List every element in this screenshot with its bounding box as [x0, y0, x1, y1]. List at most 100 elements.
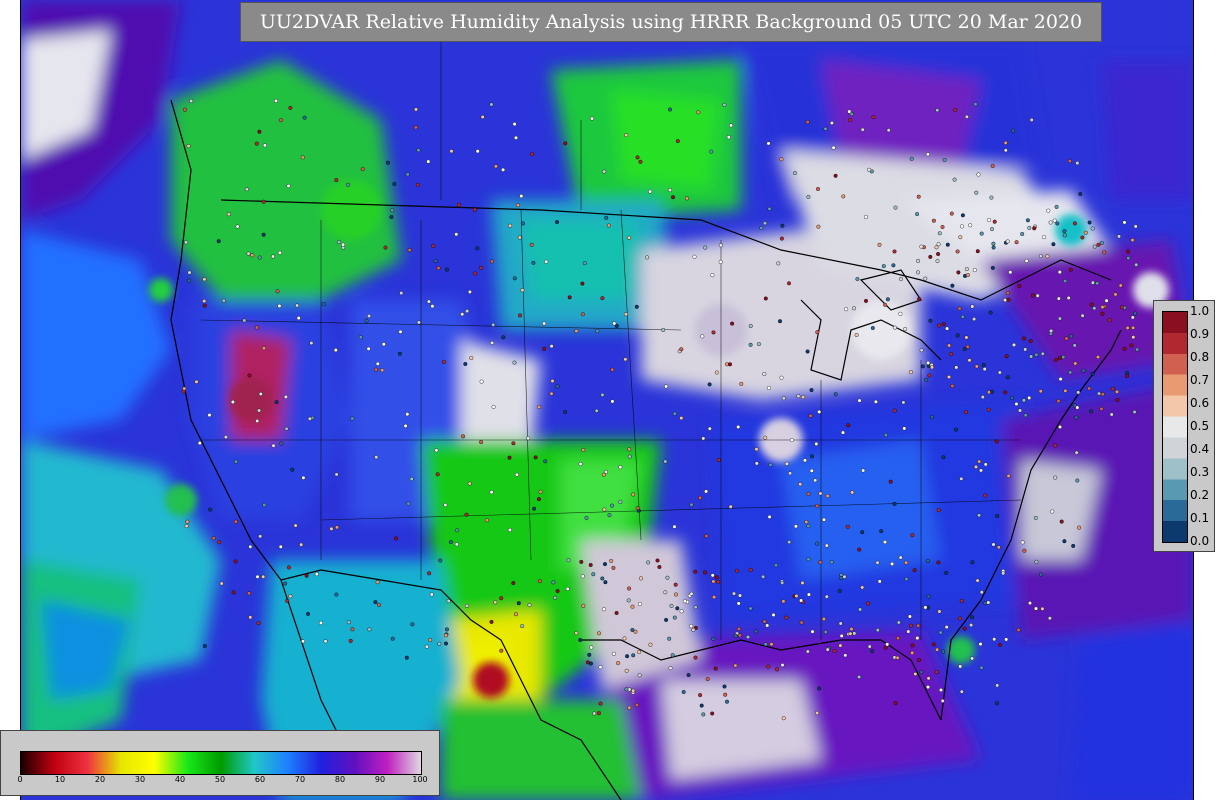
observation-dot: [799, 598, 804, 603]
observation-dot: [517, 235, 522, 240]
observation-dot: [664, 617, 669, 622]
observation-dot: [544, 259, 549, 264]
observation-dot: [1039, 572, 1044, 577]
observation-dot: [763, 221, 768, 226]
observation-dot: [631, 492, 636, 497]
observation-dot: [309, 341, 314, 346]
observation-dot: [977, 459, 982, 464]
map-field: [21, 0, 1193, 800]
observation-dot: [994, 701, 999, 706]
observation-dot: [367, 627, 372, 632]
observation-dot: [493, 164, 498, 169]
observation-dot: [627, 447, 632, 452]
observation-dot: [404, 655, 409, 660]
observation-dot: [405, 412, 410, 417]
observation-dot: [1053, 443, 1058, 448]
observation-dot: [507, 527, 512, 532]
observation-dot: [279, 118, 284, 123]
observation-dot: [626, 598, 631, 603]
observation-dot: [207, 413, 212, 418]
observation-dot: [1042, 235, 1047, 240]
observation-dot: [806, 524, 811, 529]
observation-dot: [364, 318, 369, 323]
observation-dot: [672, 615, 677, 620]
observation-dot: [728, 504, 733, 509]
observation-dot: [624, 668, 629, 673]
observation-dot: [235, 224, 240, 229]
observation-dot: [995, 513, 1000, 518]
observation-dot: [1038, 253, 1043, 258]
observation-dot: [271, 443, 276, 448]
observation-dot: [712, 595, 717, 600]
observation-dot: [1090, 371, 1095, 376]
observation-dot: [947, 343, 952, 348]
observation-dot: [1062, 229, 1067, 234]
observation-dot: [441, 359, 446, 364]
observation-dot: [1020, 231, 1025, 236]
observation-dot: [902, 426, 907, 431]
observation-dot: [935, 647, 940, 652]
observation-dot: [1005, 239, 1010, 244]
observation-dot: [899, 277, 904, 282]
observation-dot: [475, 149, 480, 154]
observation-dot: [655, 558, 660, 563]
observation-dot: [974, 464, 979, 469]
observation-dot: [883, 645, 888, 650]
observation-dot: [1050, 509, 1055, 514]
rh-tick-label: 100: [412, 775, 428, 784]
observation-dot: [923, 605, 928, 610]
observation-dot: [634, 703, 639, 708]
observation-dot: [444, 267, 449, 272]
observation-dot: [187, 270, 192, 275]
observation-dot: [438, 558, 443, 563]
observation-dot: [350, 416, 355, 421]
observation-dot: [817, 686, 822, 691]
observation-dot: [903, 327, 908, 332]
observation-dot: [992, 637, 997, 642]
observation-dot: [286, 183, 291, 188]
observation-dot: [1115, 398, 1120, 403]
observation-dot: [1069, 334, 1074, 339]
observation-dot: [866, 601, 871, 606]
observation-dot: [698, 693, 703, 698]
observation-dot: [1074, 450, 1079, 455]
observation-dot: [555, 220, 560, 225]
observation-dot: [818, 560, 823, 565]
observation-dot: [1052, 218, 1057, 223]
observation-dot: [668, 107, 673, 112]
observation-dot: [718, 243, 723, 248]
observation-dot: [787, 281, 792, 286]
observation-dot: [935, 108, 940, 113]
observation-dot: [823, 630, 828, 635]
observation-dot: [1028, 339, 1033, 344]
observation-dot: [373, 600, 378, 605]
observation-dot: [983, 462, 988, 467]
observation-dot: [679, 347, 684, 352]
observation-dot: [436, 266, 441, 271]
observation-dot: [1078, 191, 1083, 196]
observation-dot: [295, 303, 300, 308]
observation-dot: [455, 528, 460, 533]
observation-dot: [937, 231, 942, 236]
observation-dot: [976, 172, 981, 177]
observation-dot: [597, 631, 602, 636]
observation-dot: [603, 580, 608, 585]
observation-dot: [945, 326, 950, 331]
observation-dot: [735, 568, 740, 573]
observation-dot: [288, 105, 293, 110]
observation-dot: [704, 489, 709, 494]
observation-dot: [824, 543, 829, 548]
observation-dot: [185, 519, 190, 524]
observation-dot: [1004, 637, 1009, 642]
observation-dot: [588, 563, 593, 568]
observation-dot: [890, 561, 895, 566]
observation-dot: [254, 141, 259, 146]
observation-dot: [815, 330, 820, 335]
observation-dot: [202, 644, 207, 649]
observation-dot: [270, 254, 275, 259]
observation-dot: [756, 342, 761, 347]
observation-dot: [768, 462, 773, 467]
observation-dot: [841, 194, 846, 199]
observation-dot: [296, 316, 301, 321]
observation-dot: [848, 631, 853, 636]
